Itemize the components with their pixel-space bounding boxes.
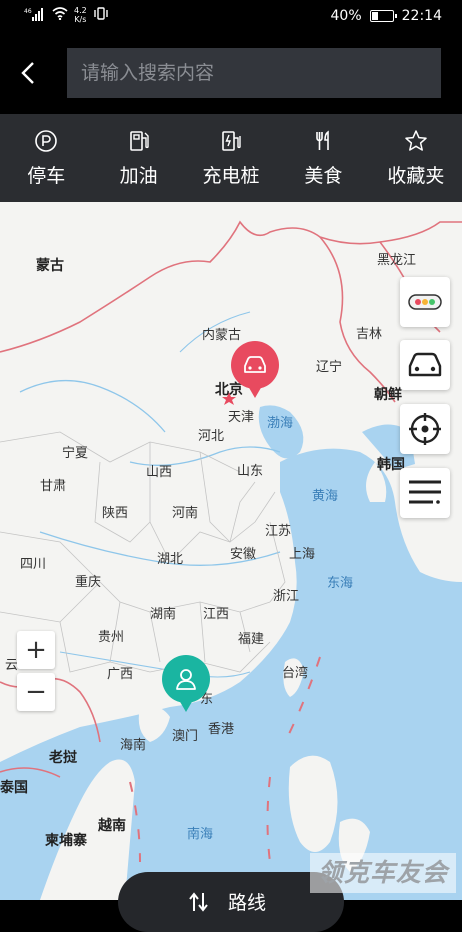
map-label: 宁夏 — [62, 446, 89, 461]
map-label: 泰国 — [0, 780, 28, 796]
status-bar: 46 4.2 K/s 40% 22:14 — [0, 0, 462, 34]
map-label: 甘肃 — [40, 479, 67, 494]
route-swap-icon — [189, 891, 208, 912]
map-label: 陕西 — [102, 506, 129, 521]
route-label: 路线 — [228, 892, 267, 914]
map-label: 吉林 — [356, 327, 383, 342]
map-label: 南海 — [187, 827, 214, 842]
category-charging[interactable]: 充电桩 — [185, 114, 277, 202]
user-location-pin[interactable] — [162, 655, 210, 712]
map-label: 天津 — [228, 410, 255, 425]
category-label: 美食 — [304, 165, 343, 187]
category-label: 停车 — [27, 165, 66, 187]
map-label: 澳门 — [172, 729, 199, 744]
category-label: 充电桩 — [202, 165, 260, 187]
crosshair-icon — [409, 413, 441, 445]
map-label: 黑龙江 — [377, 253, 417, 268]
map-label: 蒙古 — [36, 258, 64, 274]
car-icon — [408, 352, 442, 377]
map-label: 辽宁 — [316, 360, 343, 375]
map-label: 江苏 — [265, 524, 292, 539]
menu-icon — [409, 480, 441, 504]
category-label: 收藏夹 — [387, 165, 445, 187]
map-label: 安徽 — [230, 547, 257, 562]
map-label: 四川 — [20, 557, 47, 572]
category-food[interactable]: 美食 — [277, 114, 369, 202]
map-label: 东海 — [327, 576, 354, 591]
traffic-toggle-button[interactable] — [400, 277, 450, 327]
map-label: 浙江 — [273, 589, 300, 604]
category-favorites[interactable]: 收藏夹 — [370, 114, 462, 202]
car-icon — [244, 356, 266, 373]
charging-pile-icon — [222, 131, 241, 151]
car-locate-button[interactable] — [400, 340, 450, 390]
battery-percent: 40% — [330, 8, 362, 24]
status-right: 40% 22:14 — [331, 8, 442, 24]
map-label: 山东 — [237, 464, 264, 479]
zoom-in-button[interactable]: + — [17, 631, 55, 669]
category-parking[interactable]: 停车 — [0, 114, 92, 202]
map-label: 河南 — [172, 506, 199, 521]
map-label: 山西 — [146, 465, 173, 480]
map-label: 朝鲜 — [374, 387, 402, 403]
map-label: 柬埔寨 — [45, 833, 87, 849]
signal-icon: 46 — [24, 7, 46, 24]
category-label: 加油 — [119, 165, 158, 187]
map-label: 江西 — [203, 607, 230, 622]
search-bar — [0, 34, 462, 114]
battery-icon — [369, 10, 397, 22]
my-location-button[interactable] — [400, 404, 450, 454]
map-label: 越南 — [98, 818, 126, 834]
category-fuel[interactable]: 加油 — [92, 114, 184, 202]
star-icon — [405, 130, 427, 151]
vibrate-icon — [93, 7, 109, 23]
map-label: 上海 — [289, 547, 316, 562]
back-button[interactable] — [14, 58, 44, 88]
map-label: 内蒙古 — [202, 328, 242, 343]
map-label: 福建 — [238, 632, 265, 647]
watermark: 领克车友会 — [310, 853, 456, 893]
category-bar: 停车 加油 充电桩 美食 收藏夹 — [0, 114, 462, 202]
map-view[interactable]: 蒙古 黑龙江 内蒙古 吉林 辽宁 朝鲜 北京 天津 渤海 河北 韩国 宁夏 山西… — [0, 202, 462, 900]
map-label: 河北 — [198, 429, 225, 444]
car-location-pin[interactable] — [231, 341, 279, 398]
zoom-out-button[interactable]: − — [17, 673, 55, 711]
clock: 22:14 — [401, 8, 442, 24]
map-label: 海南 — [120, 738, 147, 753]
map-label: 渤海 — [267, 416, 294, 431]
person-icon — [176, 669, 196, 690]
food-icon — [316, 130, 330, 150]
menu-button[interactable] — [400, 468, 450, 518]
fuel-icon — [129, 131, 149, 151]
map-label: 湖北 — [157, 552, 184, 567]
map-label: 台湾 — [282, 666, 309, 681]
traffic-light-icon — [408, 294, 442, 310]
net-speed: 4.2 K/s — [74, 6, 87, 24]
map-label: 广西 — [107, 667, 134, 682]
map-label: 老挝 — [49, 750, 77, 766]
chevron-left-icon — [21, 62, 34, 84]
map-label: 香港 — [208, 722, 235, 737]
status-left: 46 4.2 K/s — [24, 6, 109, 24]
map-label: 湖南 — [150, 607, 177, 622]
map-label: 黄海 — [312, 489, 339, 504]
wifi-icon — [52, 7, 68, 23]
svg-text:46: 46 — [24, 8, 32, 15]
map-label: 贵州 — [98, 630, 125, 645]
map-label: 重庆 — [75, 575, 102, 590]
parking-icon — [35, 130, 58, 152]
search-input[interactable] — [67, 48, 441, 98]
